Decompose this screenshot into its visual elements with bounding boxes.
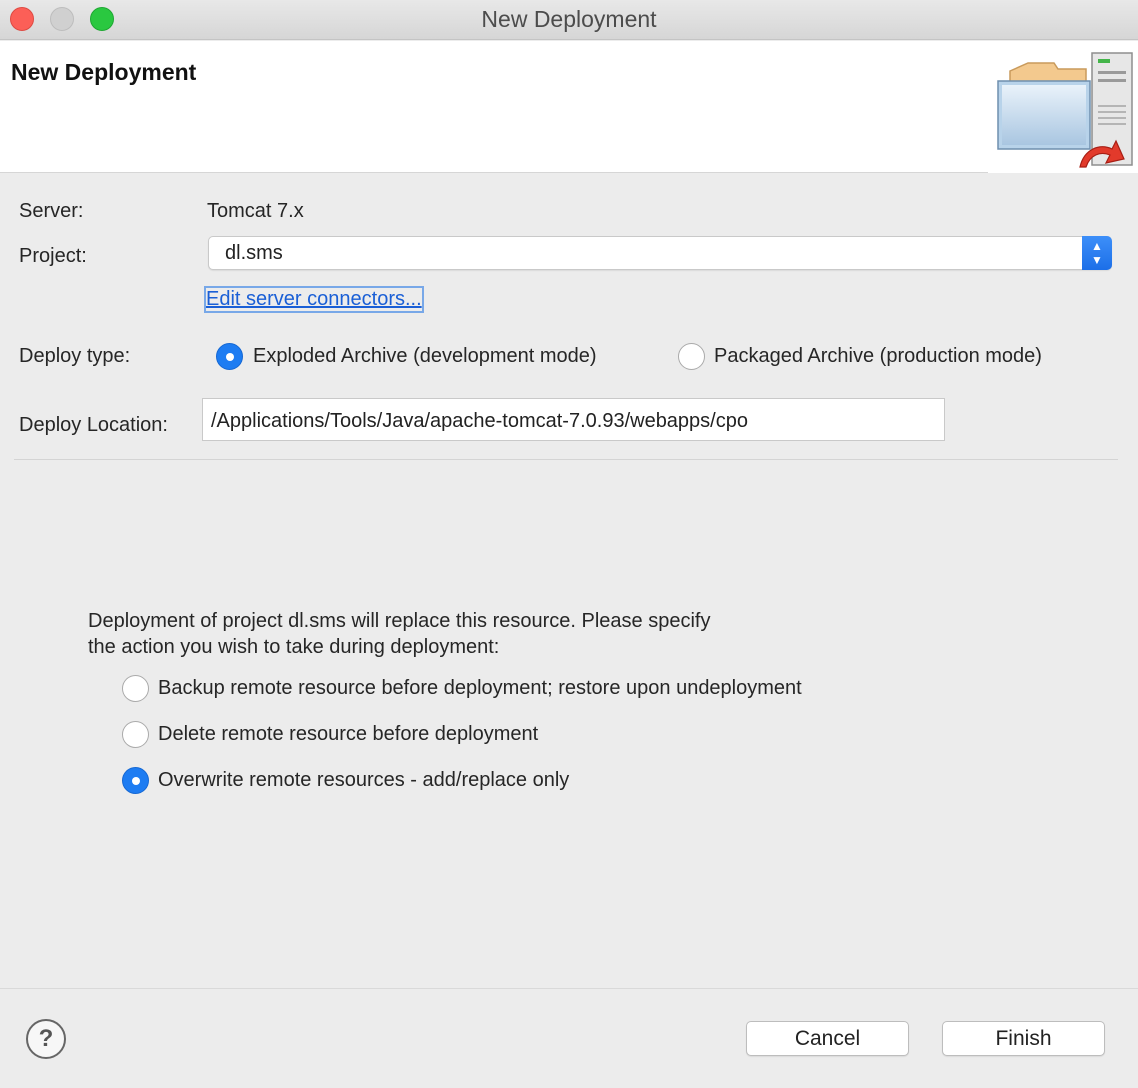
server-label: Server: — [19, 200, 84, 222]
section-divider — [14, 459, 1118, 460]
project-select-value: dl.sms — [225, 242, 283, 264]
select-stepper-icon[interactable]: ▲ ▼ — [1082, 236, 1112, 270]
server-value: Tomcat 7.x — [207, 200, 304, 222]
cancel-button[interactable]: Cancel — [746, 1021, 909, 1056]
window-titlebar: New Deployment — [0, 0, 1138, 40]
backup-remote-radio[interactable] — [122, 675, 149, 702]
deploy-type-label: Deploy type: — [19, 345, 131, 367]
exploded-archive-label[interactable]: Exploded Archive (development mode) — [253, 345, 597, 368]
deploy-location-label: Deploy Location: — [19, 414, 168, 436]
deploy-location-value: /Applications/Tools/Java/apache-tomcat-7… — [211, 410, 748, 432]
overwrite-remote-radio[interactable] — [122, 767, 149, 794]
page-title: New Deployment — [11, 59, 197, 85]
deploy-location-input[interactable]: /Applications/Tools/Java/apache-tomcat-7… — [202, 398, 945, 441]
exploded-archive-radio[interactable] — [216, 343, 243, 370]
replace-description: Deployment of project dl.sms will replac… — [88, 608, 868, 660]
footer-divider — [0, 988, 1138, 989]
finish-button[interactable]: Finish — [942, 1021, 1105, 1056]
replace-description-line1: Deployment of project dl.sms will replac… — [88, 610, 711, 632]
help-icon[interactable]: ? — [26, 1019, 66, 1059]
delete-remote-label[interactable]: Delete remote resource before deployment — [158, 723, 538, 746]
wizard-content: Server: Tomcat 7.x Project: dl.sms ▲ ▼ Ed… — [0, 174, 1138, 988]
project-select[interactable]: dl.sms ▲ ▼ — [208, 236, 1112, 270]
replace-description-line2: the action you wish to take during deplo… — [88, 636, 500, 658]
edit-server-connectors-link[interactable]: Edit server connectors... — [204, 286, 424, 313]
window-title: New Deployment — [481, 6, 657, 32]
overwrite-remote-label[interactable]: Overwrite remote resources - add/replace… — [158, 769, 569, 792]
project-label: Project: — [19, 245, 87, 267]
deploy-wizard-icon — [988, 45, 1138, 173]
packaged-archive-radio[interactable] — [678, 343, 705, 370]
delete-remote-radio[interactable] — [122, 721, 149, 748]
wizard-header: New Deployment — [0, 41, 1138, 173]
packaged-archive-label[interactable]: Packaged Archive (production mode) — [714, 345, 1042, 368]
backup-remote-label[interactable]: Backup remote resource before deployment… — [158, 677, 802, 700]
